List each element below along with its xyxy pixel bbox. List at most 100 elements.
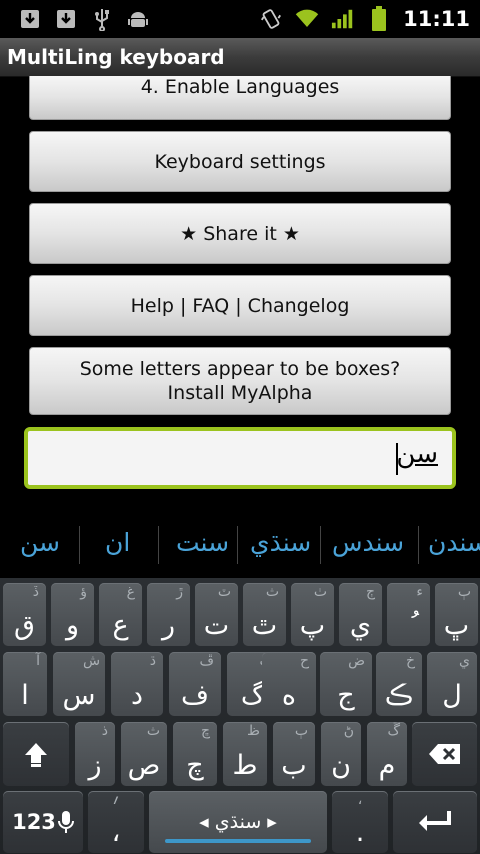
key[interactable]: ظط [223, 722, 267, 786]
suggestion-divider [320, 526, 321, 564]
key-label: س [62, 680, 96, 711]
key[interactable]: ثص [121, 722, 167, 786]
key[interactable]: ٻڀ [435, 583, 478, 646]
keyboard-settings-button[interactable]: Keyboard settings [29, 131, 451, 192]
suggestion-item[interactable]: سنت [176, 528, 229, 557]
key[interactable]: ڦف [169, 652, 221, 716]
key-hint: ڌ [149, 653, 156, 669]
key[interactable]: ڇچ [173, 722, 217, 786]
key-label: ن [331, 750, 351, 781]
key[interactable]: خڪ [376, 652, 422, 716]
suggestion-divider [158, 526, 159, 564]
period-key[interactable]: ،. [332, 791, 388, 853]
suggestion-item[interactable]: ان [105, 528, 130, 557]
key-hint: ح [299, 653, 309, 669]
key-hint: ڇ [200, 723, 210, 739]
help-faq-changelog-button[interactable]: Help | FAQ | Changelog [29, 275, 451, 336]
enter-key[interactable] [393, 791, 477, 853]
key[interactable]: ؤو [51, 583, 94, 646]
key-hint: خ [405, 653, 415, 669]
enable-languages-label: 4. Enable Languages [140, 75, 340, 98]
suggestion-divider [237, 526, 238, 564]
key-hint: آ [36, 653, 40, 669]
suggestion-item[interactable]: سن [20, 528, 60, 557]
key-label: ج [337, 680, 355, 711]
key[interactable]: ڱم [367, 722, 407, 786]
suggestion-item[interactable]: سندن [428, 528, 480, 557]
suggestion-divider [418, 526, 419, 564]
install-myalpha-button[interactable]: Some letters appear to be boxes? Install… [29, 347, 451, 415]
key[interactable]: آا [3, 652, 47, 716]
suggestion-divider [79, 526, 80, 564]
key-label: ع [112, 610, 129, 641]
key-label: د [130, 680, 144, 711]
shift-key[interactable] [3, 722, 69, 786]
suggestion-item[interactable]: سنڌي [250, 528, 311, 557]
help-label: Help | FAQ | Changelog [130, 294, 350, 317]
enter-icon [393, 791, 477, 853]
wifi-icon [295, 7, 319, 31]
spacebar-indicator [165, 839, 311, 843]
key[interactable]: ڻن [321, 722, 361, 786]
text-input[interactable]: سن [24, 427, 456, 489]
clock: 11:11 [403, 7, 470, 31]
key-hint: ڦ [199, 653, 214, 669]
key-label: ز [88, 750, 102, 781]
comma-key[interactable]: ؍ ، [88, 791, 144, 853]
key-label: ص [127, 750, 161, 781]
key[interactable]: ڏق [3, 583, 46, 646]
key[interactable]: غع [99, 583, 142, 646]
key[interactable]: شس [53, 652, 105, 716]
key-hint: ؤ [80, 584, 87, 600]
key-label: ب [281, 750, 307, 781]
key[interactable]: ڄي [339, 583, 382, 646]
key-label: ي [349, 610, 372, 641]
key[interactable]: ثٿ [243, 583, 286, 646]
download-icon [18, 7, 42, 31]
key[interactable]: ٻب [273, 722, 315, 786]
symbols-mode-key[interactable]: 123 [3, 791, 83, 853]
key-label: ف [181, 680, 209, 711]
enable-languages-button[interactable]: 4. Enable Languages [29, 76, 451, 120]
key-hint: ڏ [32, 584, 39, 600]
app-title: MultiLing keyboard [7, 45, 225, 69]
key[interactable]: ءُ [387, 583, 430, 646]
key-hint: ي [459, 653, 470, 669]
key[interactable]: ٺپ [291, 583, 334, 646]
key-label: ت [203, 610, 230, 641]
key-label: ُ [387, 610, 430, 641]
key-label: چ [186, 750, 204, 781]
suggestion-item[interactable]: سندس [332, 528, 404, 557]
soft-keyboard: ڏق ؤو غع ڙر ٽت ثٿ ٺپ ڄي ءُ ٻڀ آا شس ڌد ڦ… [0, 578, 480, 854]
share-button[interactable]: ★ Share it ★ [29, 203, 451, 264]
key-label: ، [111, 817, 121, 848]
key[interactable]: ذز [75, 722, 115, 786]
key-label: و [65, 610, 80, 641]
key[interactable]: ڙر [147, 583, 190, 646]
key[interactable]: حه [262, 652, 316, 716]
key-label: ل [442, 680, 462, 711]
key-hint: ض [348, 653, 365, 669]
download-icon [54, 7, 78, 31]
key-hint: ٽ [217, 584, 231, 600]
key-hint: ث [265, 584, 279, 600]
key-hint: ڙ [176, 584, 183, 600]
key-label: ڪ [384, 680, 414, 711]
key[interactable]: ڌد [111, 652, 163, 716]
microphone-icon [57, 811, 74, 833]
key-label: ط [232, 750, 258, 781]
backspace-key[interactable] [412, 722, 477, 786]
suggestion-strip: سن ان سنت سنڌي سندس سندن [0, 518, 480, 574]
key[interactable]: يل [427, 652, 477, 716]
key[interactable]: ٽت [195, 583, 238, 646]
keyboard-settings-label: Keyboard settings [154, 150, 326, 173]
key-hint: ؍ [111, 792, 121, 808]
key-hint: ء [416, 584, 423, 600]
spacebar-language-label: ◂ سنڌي ▸ [199, 811, 277, 833]
key-hint: ظ [247, 723, 260, 739]
symbols-mode-content: 123 [3, 791, 83, 853]
key-label: . [355, 817, 365, 848]
key[interactable]: ضج [320, 652, 372, 716]
spacebar-key[interactable]: ◂ سنڌي ▸ [149, 791, 327, 853]
spacebar-content: ◂ سنڌي ▸ [149, 791, 327, 853]
